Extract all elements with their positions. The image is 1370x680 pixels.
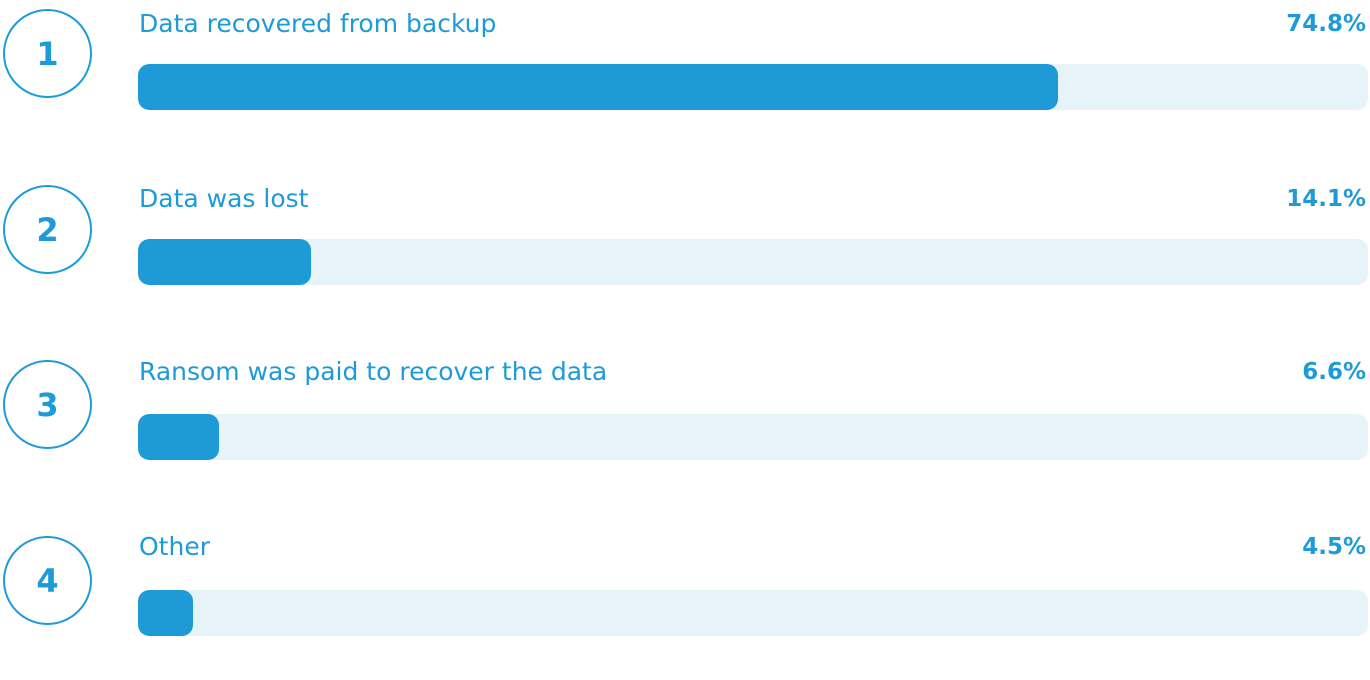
bar-track (138, 590, 1368, 636)
category-label: Data was lost (139, 184, 309, 213)
category-label: Ransom was paid to recover the data (139, 357, 608, 386)
chart-row: 1 Data recovered from backup 74.8% (0, 0, 1370, 155)
value-label: 6.6% (1302, 359, 1366, 385)
bar-track (138, 239, 1368, 285)
bar-fill (138, 239, 311, 285)
bar-track (138, 64, 1368, 110)
value-label: 74.8% (1286, 11, 1366, 37)
rank-badge: 1 (3, 9, 92, 98)
category-label: Data recovered from backup (139, 9, 497, 38)
bar-track (138, 414, 1368, 460)
value-label: 4.5% (1302, 534, 1366, 560)
value-label: 14.1% (1286, 186, 1366, 212)
bar-fill (138, 590, 193, 636)
rank-badge: 3 (3, 360, 92, 449)
rank-badge: 4 (3, 536, 92, 625)
bar-fill (138, 414, 219, 460)
bar-fill (138, 64, 1058, 110)
category-label: Other (139, 532, 210, 561)
chart-row: 2 Data was lost 14.1% (0, 175, 1370, 330)
chart-row: 4 Other 4.5% (0, 525, 1370, 680)
rank-badge: 2 (3, 185, 92, 274)
chart-row: 3 Ransom was paid to recover the data 6.6% (0, 350, 1370, 505)
